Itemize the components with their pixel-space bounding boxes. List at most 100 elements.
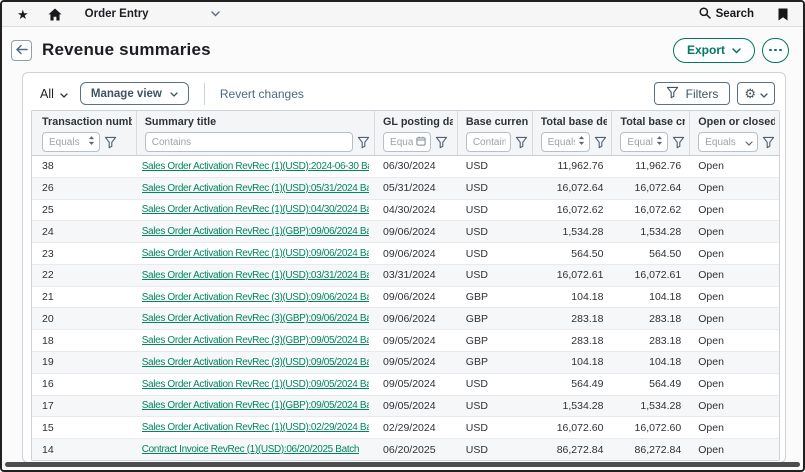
summary-title-link[interactable]: Sales Order Activation RevRec (1)(USD):0…	[142, 204, 369, 215]
updown-arrows-icon	[656, 133, 663, 151]
table-row: 15 Sales Order Activation RevRec (1)(USD…	[32, 416, 779, 438]
cell-summary-title: Sales Order Activation RevRec (3)(GBP):0…	[137, 308, 375, 329]
cell-transaction-number: 24	[32, 221, 137, 242]
summary-title-link[interactable]: Sales Order Activation RevRec (1)(GBP):0…	[142, 226, 369, 237]
summary-title-link[interactable]: Sales Order Activation RevRec (1)(USD):0…	[142, 270, 369, 281]
filters-button[interactable]: Filters	[654, 82, 731, 105]
app-menu-dropdown[interactable]: Order Entry	[85, 8, 220, 20]
horizontal-scrollbar[interactable]	[5, 462, 800, 467]
column-header-summary-title: Summary title Contains	[137, 111, 375, 155]
cell-total-base-debit: 16,072.64	[533, 178, 613, 199]
funnel-icon[interactable]	[435, 136, 448, 149]
cell-transaction-number: 15	[32, 417, 137, 438]
cell-total-base-debit: 283.18	[533, 308, 613, 329]
summary-title-link[interactable]: Sales Order Activation RevRec (1)(USD):0…	[142, 379, 369, 390]
funnel-icon[interactable]	[515, 136, 528, 149]
manage-view-button[interactable]: Manage view	[80, 82, 189, 105]
cell-base-currency: USD	[458, 417, 533, 438]
cell-total-base-credit: 104.18	[612, 287, 690, 308]
cell-total-base-debit: 86,272.84	[533, 439, 613, 460]
summary-title-link[interactable]: Sales Order Activation RevRec (3)(USD):0…	[142, 357, 369, 368]
cell-total-base-credit: 104.18	[612, 352, 690, 373]
back-button[interactable]	[11, 40, 32, 61]
cell-summary-title: Contract Invoice RevRec (1)(USD):06/20/2…	[137, 439, 375, 460]
cell-total-base-debit: 16,072.62	[533, 200, 613, 221]
cell-summary-title: Sales Order Activation RevRec (1)(USD):0…	[137, 178, 375, 199]
cell-base-currency: USD	[458, 221, 533, 242]
cell-total-base-credit: 11,962.76	[612, 156, 690, 177]
open-or-closed-filter-select[interactable]: Equals	[698, 132, 758, 152]
export-button[interactable]: Export	[673, 38, 755, 63]
summary-title-link[interactable]: Sales Order Activation RevRec (1)(GBP):0…	[142, 400, 369, 411]
cell-summary-title: Sales Order Activation RevRec (1)(USD):0…	[137, 265, 375, 286]
table-row: 19 Sales Order Activation RevRec (3)(USD…	[32, 351, 779, 373]
view-selector-label: All	[40, 87, 54, 101]
cell-open-or-closed: Open	[690, 156, 779, 177]
column-label[interactable]: Base currency	[466, 116, 528, 128]
bookmark-icon[interactable]	[778, 8, 788, 21]
cell-gl-posting-date: 09/06/2024	[375, 243, 458, 264]
cell-total-base-credit: 16,072.61	[612, 265, 690, 286]
summary-title-link[interactable]: Sales Order Activation RevRec (1)(USD):0…	[142, 183, 369, 194]
top-navigation-bar: ★ Order Entry Search	[2, 2, 803, 27]
summary-title-link[interactable]: Contract Invoice RevRec (1)(USD):06/20/2…	[142, 444, 359, 455]
transaction-number-filter-select[interactable]: Equals	[42, 132, 100, 152]
cell-base-currency: GBP	[458, 308, 533, 329]
summary-title-link[interactable]: Sales Order Activation RevRec (3)(GBP):0…	[142, 335, 369, 346]
funnel-icon[interactable]	[762, 136, 775, 149]
cell-transaction-number: 22	[32, 265, 137, 286]
cell-total-base-credit: 564.49	[612, 374, 690, 395]
summary-title-link[interactable]: Sales Order Activation RevRec (1)(USD):0…	[142, 422, 369, 433]
table-row: 24 Sales Order Activation RevRec (1)(GBP…	[32, 220, 779, 242]
funnel-icon[interactable]	[672, 136, 685, 149]
home-icon[interactable]	[48, 8, 62, 21]
summary-title-link[interactable]: Sales Order Activation RevRec (3)(USD):0…	[142, 292, 369, 303]
favorites-star-icon[interactable]: ★	[17, 8, 29, 21]
cell-summary-title: Sales Order Activation RevRec (1)(USD):0…	[137, 374, 375, 395]
table-body: 38 Sales Order Activation RevRec (1)(USD…	[32, 156, 779, 460]
column-label[interactable]: Transaction number	[42, 116, 132, 128]
page-title: Revenue summaries	[42, 40, 211, 60]
cell-open-or-closed: Open	[690, 287, 779, 308]
summary-title-link[interactable]: Sales Order Activation RevRec (3)(GBP):0…	[142, 313, 369, 324]
column-label[interactable]: Open or closed	[698, 116, 775, 128]
gl-posting-date-filter-input[interactable]: Equals	[383, 132, 431, 152]
cell-open-or-closed: Open	[690, 308, 779, 329]
topbar-right-group: Search	[699, 7, 788, 22]
total-base-credit-filter-select[interactable]: Equals	[620, 132, 668, 152]
table-row: 14 Contract Invoice RevRec (1)(USD):06/2…	[32, 438, 779, 460]
table-row: 17 Sales Order Activation RevRec (1)(GBP…	[32, 395, 779, 417]
column-label[interactable]: Total base debit	[541, 116, 608, 128]
table-row: 26 Sales Order Activation RevRec (1)(USD…	[32, 177, 779, 199]
column-label[interactable]: GL posting date	[383, 116, 453, 128]
total-base-debit-filter-select[interactable]: Equals	[541, 132, 591, 152]
cell-transaction-number: 17	[32, 396, 137, 417]
global-search[interactable]: Search	[699, 7, 754, 22]
more-options-button[interactable]	[762, 38, 789, 63]
funnel-icon	[666, 86, 679, 102]
cell-total-base-debit: 104.18	[533, 352, 613, 373]
cell-gl-posting-date: 06/30/2024	[375, 156, 458, 177]
cell-total-base-debit: 1,534.28	[533, 221, 613, 242]
summary-title-link[interactable]: Sales Order Activation RevRec (1)(USD):0…	[142, 248, 369, 259]
cell-open-or-closed: Open	[690, 200, 779, 221]
funnel-icon[interactable]	[104, 136, 117, 149]
cell-open-or-closed: Open	[690, 178, 779, 199]
funnel-icon[interactable]	[594, 136, 607, 149]
cell-summary-title: Sales Order Activation RevRec (1)(GBP):0…	[137, 396, 375, 417]
column-label[interactable]: Total base credit	[620, 116, 685, 128]
search-label: Search	[716, 8, 754, 20]
revert-changes-link[interactable]: Revert changes	[220, 87, 304, 101]
summary-title-link[interactable]: Sales Order Activation RevRec (1)(USD):2…	[142, 161, 369, 172]
list-settings-button[interactable]: ⚙	[737, 82, 775, 105]
cell-base-currency: USD	[458, 374, 533, 395]
summary-title-filter-input[interactable]: Contains	[145, 132, 353, 152]
base-currency-filter-input[interactable]: Contains	[466, 132, 511, 152]
cell-total-base-credit: 564.50	[612, 243, 690, 264]
view-selector[interactable]: All	[40, 87, 68, 101]
cell-gl-posting-date: 02/29/2024	[375, 417, 458, 438]
cell-transaction-number: 18	[32, 330, 137, 351]
column-label[interactable]: Summary title	[145, 116, 370, 128]
funnel-icon[interactable]	[357, 136, 370, 149]
gear-icon: ⚙	[744, 87, 756, 100]
